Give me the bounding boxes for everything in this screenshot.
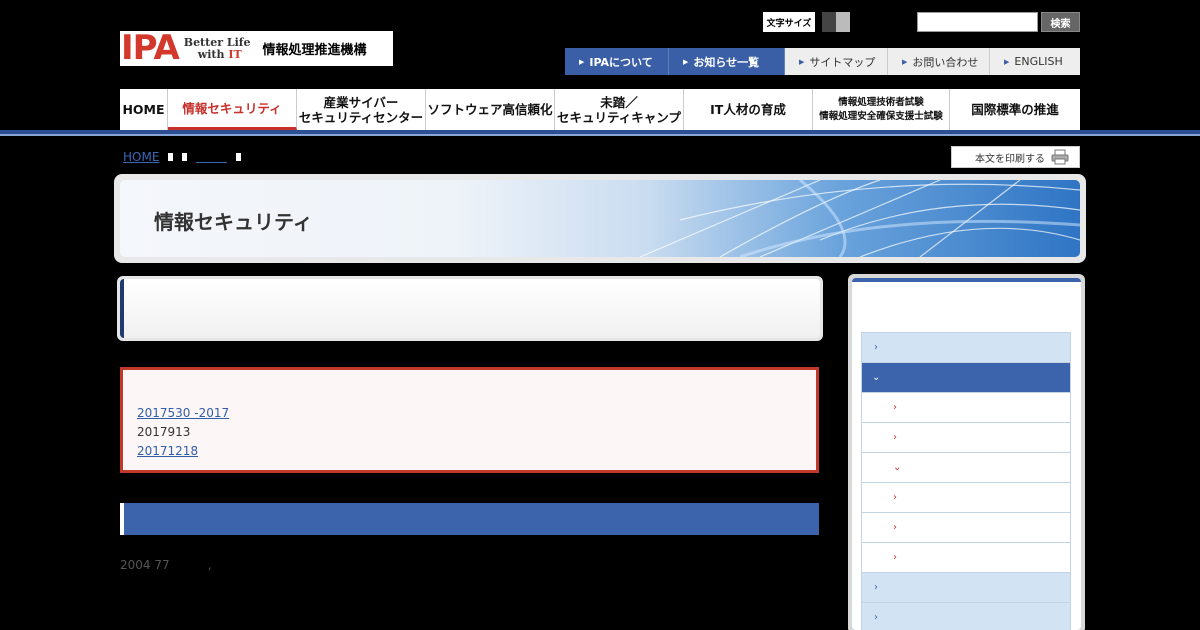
breadcrumb-separator <box>182 153 188 161</box>
triangle-right-icon: ▶ <box>902 57 908 66</box>
breadcrumb-separator <box>236 153 242 161</box>
chevron-right-icon: › <box>893 522 897 533</box>
gnav-home[interactable]: HOME <box>120 89 168 130</box>
util-nav-label: サイトマップ <box>809 55 876 69</box>
search-input[interactable] <box>917 12 1038 32</box>
gnav-security[interactable]: 情報セキュリティ <box>168 89 297 130</box>
side-menu-item-open[interactable]: ⌄ <box>862 363 1070 393</box>
print-label: 本文を印刷する <box>975 153 1045 165</box>
breadcrumb-home[interactable]: HOME <box>123 150 159 164</box>
util-nav-about[interactable]: ▶ IPAについて <box>565 48 669 75</box>
gnav-ics-line2: セキュリティセンター <box>298 109 424 125</box>
printer-icon <box>1051 149 1069 165</box>
chevron-right-icon: › <box>874 612 878 623</box>
side-submenu-item[interactable]: › <box>862 393 1070 423</box>
notice-text-2: 2017913 <box>137 425 191 439</box>
logo-tagline-line2: with IT <box>197 47 251 61</box>
logo-tagline-with: with <box>197 47 229 61</box>
side-submenu-item-open[interactable]: ⌄ <box>862 453 1070 483</box>
gnav-standards[interactable]: 国際標準の推進 <box>950 89 1080 130</box>
side-menu: › ⌄ › › ⌄ › › › › › <box>848 274 1085 630</box>
chevron-down-icon: ⌄ <box>872 372 881 383</box>
gnav-ics[interactable]: 産業サイバー セキュリティセンター <box>297 89 426 130</box>
logo-org-name: 情報処理推進機構 <box>262 43 367 58</box>
breadcrumb: HOME <box>123 150 242 164</box>
util-nav-english[interactable]: ▶ ENGLISH <box>990 48 1080 75</box>
breadcrumb-link[interactable] <box>196 151 228 163</box>
gnav-exam-line2: 情報処理安全確保支援士試験 <box>819 110 943 122</box>
side-submenu-item[interactable]: › <box>862 513 1070 543</box>
chevron-right-icon: › <box>874 582 878 593</box>
chevron-down-icon: ⌄ <box>893 462 902 473</box>
section-heading-bar <box>120 503 819 535</box>
triangle-right-icon: ▶ <box>579 57 585 66</box>
breadcrumb-separator <box>168 153 174 161</box>
chevron-right-icon: › <box>893 492 897 503</box>
logo-tagline-it: IT <box>228 47 242 61</box>
page-title <box>120 279 820 338</box>
site-logo[interactable]: IPA Better Life with IT 情報処理推進機構 <box>120 31 393 66</box>
side-menu-panel: › ⌄ › › ⌄ › › › › › <box>852 278 1081 630</box>
util-nav-contact[interactable]: ▶ お問い合わせ <box>888 48 990 75</box>
text-size-small-button[interactable] <box>836 12 850 32</box>
notice-box: 2017530 -2017 2017913 20171218 <box>120 367 819 473</box>
logo-mark: IPA <box>121 28 180 68</box>
body-text: 2004 77 , <box>120 558 212 572</box>
util-nav-label: お知らせ一覧 <box>693 55 760 69</box>
chevron-right-icon: › <box>893 432 897 443</box>
gnav-camp-line1: 未踏／ <box>600 94 638 110</box>
side-submenu-item[interactable]: › <box>862 483 1070 513</box>
notice-link-1[interactable]: 2017530 -2017 <box>137 404 276 423</box>
text-size-large-button[interactable] <box>822 12 836 32</box>
page-title-box <box>117 276 823 341</box>
chevron-right-icon: › <box>893 402 897 413</box>
logo-tagline: Better Life with IT <box>184 36 251 61</box>
gnav-exam[interactable]: 情報処理技術者試験情報処理安全確保支援士試験 <box>813 89 950 130</box>
side-menu-list: › ⌄ › › ⌄ › › › › › <box>861 332 1071 630</box>
util-nav-news[interactable]: ▶ お知らせ一覧 <box>669 48 785 75</box>
triangle-right-icon: ▶ <box>799 57 805 66</box>
side-menu-item[interactable]: › <box>862 603 1070 630</box>
triangle-right-icon: ▶ <box>1004 57 1010 66</box>
print-button[interactable]: 本文を印刷する <box>951 146 1080 168</box>
gnav-camp[interactable]: 未踏／ セキュリティキャンプ <box>555 89 684 130</box>
side-menu-item[interactable]: › <box>862 333 1070 363</box>
chevron-right-icon: › <box>893 552 897 563</box>
text-size-label: 文字サイズ <box>763 12 815 32</box>
banner-title: 情報セキュリティ <box>154 210 313 234</box>
util-nav-label: お問い合わせ <box>912 55 979 69</box>
side-submenu-item[interactable]: › <box>862 423 1070 453</box>
side-submenu-item[interactable]: › <box>862 543 1070 573</box>
triangle-right-icon: ▶ <box>683 57 689 66</box>
utility-nav: ▶ IPAについて ▶ お知らせ一覧 ▶ サイトマップ ▶ お問い合わせ ▶ ENGLIS… <box>565 48 1080 75</box>
notice-link-3[interactable]: 20171218 <box>137 442 489 461</box>
gnav-camp-line2: セキュリティキャンプ <box>557 109 681 125</box>
gnav-hr[interactable]: IT人材の育成 <box>684 89 813 130</box>
gnav-ics-line1: 産業サイバー <box>323 94 399 110</box>
side-menu-item[interactable]: › <box>862 573 1070 603</box>
search-button[interactable]: 検索 <box>1041 12 1080 32</box>
util-nav-sitemap[interactable]: ▶ サイトマップ <box>785 48 888 75</box>
util-nav-label: IPAについて <box>589 55 653 69</box>
util-nav-label: ENGLISH <box>1014 55 1063 68</box>
category-banner: 情報セキュリティ <box>114 174 1086 263</box>
banner-image: 情報セキュリティ <box>120 180 1080 257</box>
global-nav: HOME 情報セキュリティ 産業サイバー セキュリティセンター ソフトウェア高信頼… <box>120 89 1080 130</box>
nav-underline-bar-light <box>0 134 1200 136</box>
gnav-software[interactable]: ソフトウェア高信頼化 <box>426 89 555 130</box>
gnav-exam-line1: 情報処理技術者試験 <box>838 96 924 108</box>
chevron-right-icon: › <box>874 342 878 353</box>
